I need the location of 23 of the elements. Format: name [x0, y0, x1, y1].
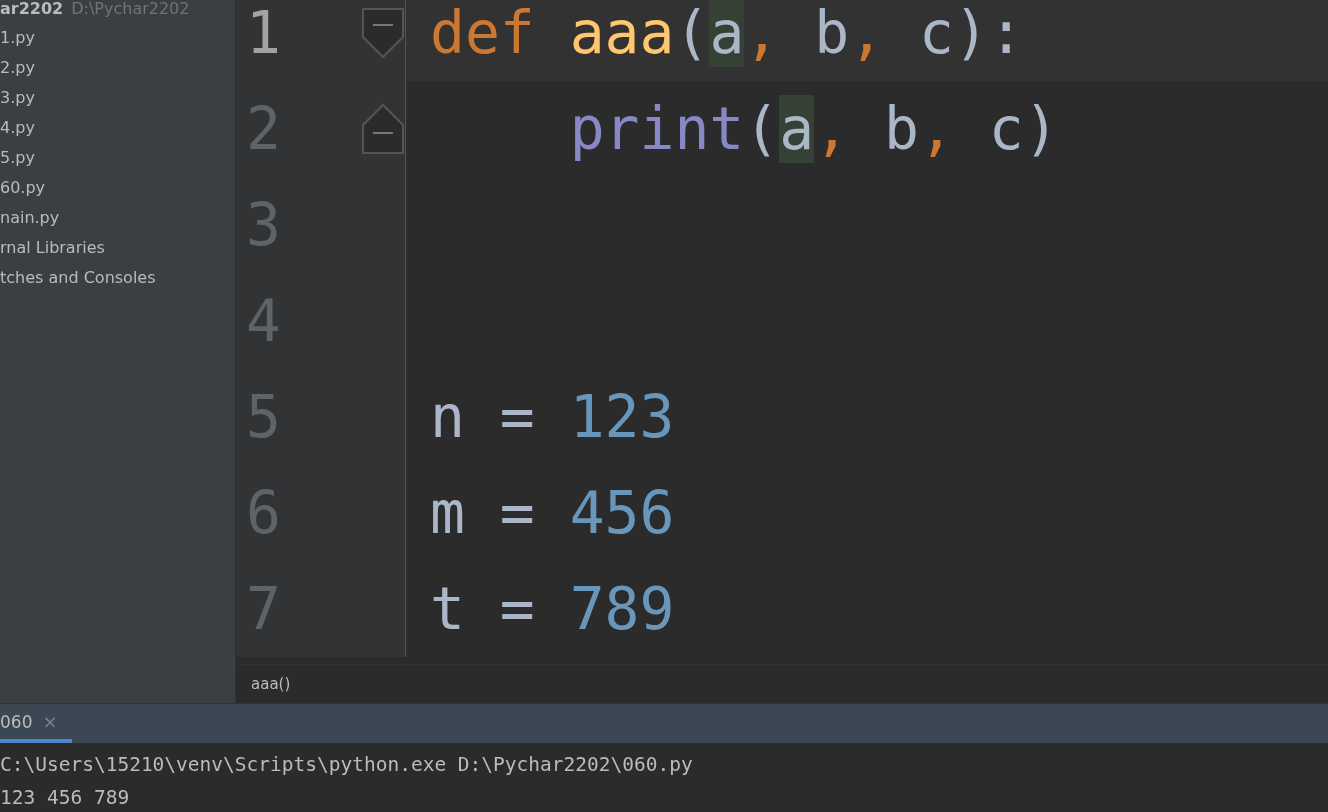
tree-item[interactable]: nain.py: [0, 203, 60, 233]
run-tab[interactable]: 060 ×: [0, 704, 72, 743]
console-output-line: 123 456 789: [0, 785, 131, 811]
console-output-line: C:\Users\15210\venv\Scripts\python.exe D:\Pychar2202\060.py: [0, 752, 694, 778]
code-line: def aaa(a, b, c):: [430, 0, 1024, 67]
tree-item[interactable]: 60.py: [0, 173, 46, 203]
tree-item[interactable]: tches and Consoles: [0, 263, 156, 293]
code-line: n = 123: [430, 383, 675, 451]
code-line: m = 456: [430, 479, 675, 547]
code-line: t = 789: [430, 575, 675, 643]
tree-item[interactable]: 5.py: [0, 143, 35, 173]
tree-item[interactable]: 1.py: [0, 23, 35, 53]
fold-marker-icon[interactable]: [361, 103, 405, 155]
tree-item[interactable]: rnal Libraries: [0, 233, 105, 263]
line-number: 1: [246, 0, 281, 67]
breadcrumb-item[interactable]: aaa(): [251, 675, 291, 693]
project-name[interactable]: ar2202: [0, 0, 64, 18]
code-line: print(a, b, c): [569, 95, 1059, 163]
fold-marker-icon[interactable]: [361, 7, 405, 59]
project-path: D:\Pychar2202: [71, 0, 190, 18]
tree-item[interactable]: 4.py: [0, 113, 35, 143]
tree-item[interactable]: 2.py: [0, 53, 35, 83]
tree-item[interactable]: 3.py: [0, 83, 35, 113]
